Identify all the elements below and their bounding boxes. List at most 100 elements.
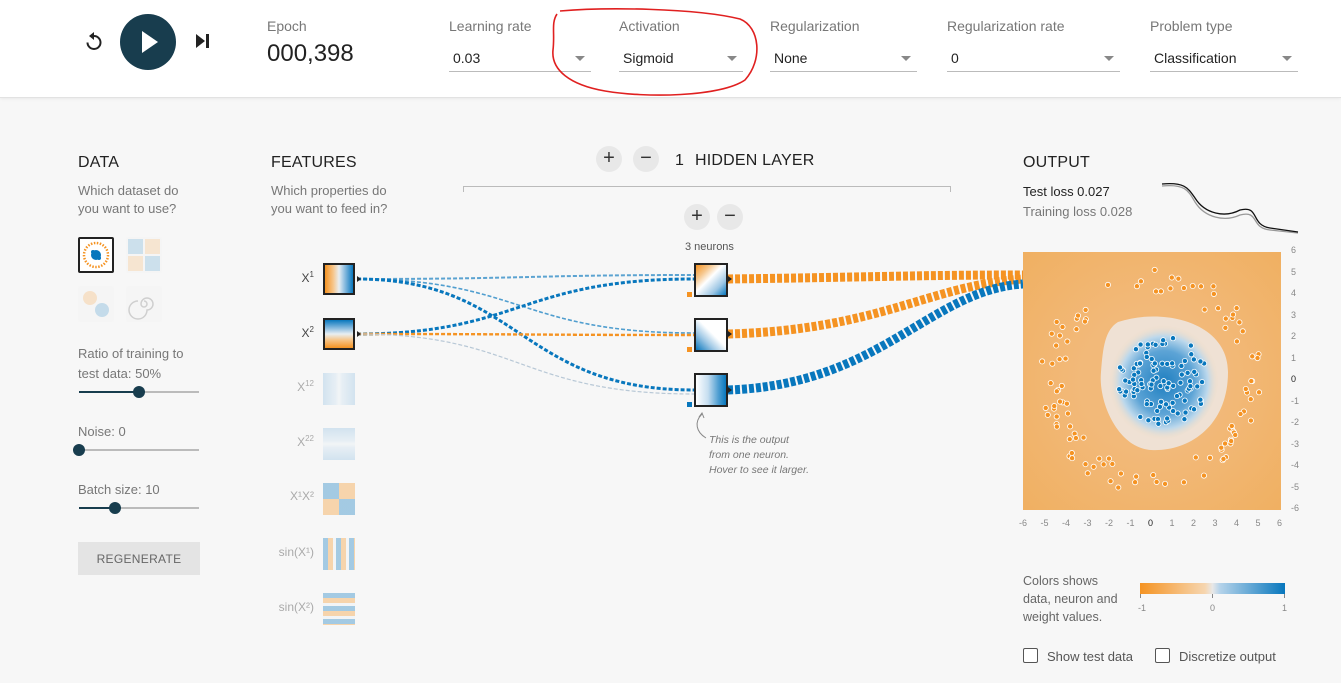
data-point xyxy=(1048,330,1055,337)
data-point xyxy=(1151,266,1158,273)
y-tick-label: 5 xyxy=(1291,266,1297,277)
data-point xyxy=(1218,444,1225,451)
bias-n1 xyxy=(687,292,692,297)
scale-min: -1 xyxy=(1138,603,1147,613)
data-point xyxy=(1156,403,1163,410)
y-tick-label: -5 xyxy=(1291,481,1300,492)
data-point xyxy=(1047,380,1054,387)
data-point xyxy=(1044,411,1051,418)
data-point xyxy=(1254,355,1261,362)
data-point xyxy=(1157,383,1164,390)
data-point xyxy=(1237,410,1244,417)
hidden-neuron-1[interactable] xyxy=(694,263,728,297)
data-point xyxy=(1069,455,1076,462)
discretize-output-checkbox[interactable] xyxy=(1155,648,1170,663)
data-point xyxy=(1053,413,1060,420)
data-point xyxy=(1247,417,1254,424)
data-point xyxy=(1137,278,1144,285)
y-tick-label: -2 xyxy=(1291,417,1300,427)
data-point xyxy=(1137,341,1144,348)
data-point xyxy=(1080,434,1087,441)
data-point xyxy=(1199,379,1206,386)
data-point xyxy=(1169,335,1176,342)
data-point xyxy=(1222,440,1229,447)
data-point xyxy=(1197,358,1204,365)
y-tick-label: 3 xyxy=(1291,309,1297,320)
output-heatmap[interactable] xyxy=(1023,252,1281,510)
data-point xyxy=(1181,357,1188,364)
data-point xyxy=(1105,455,1112,462)
data-point xyxy=(1090,463,1097,470)
data-point xyxy=(1184,369,1191,376)
data-point xyxy=(1182,409,1189,416)
data-point xyxy=(1066,436,1073,443)
data-point xyxy=(1150,367,1157,374)
hidden-neuron-3[interactable] xyxy=(694,373,728,407)
data-point xyxy=(1057,398,1064,405)
data-point xyxy=(1155,420,1162,427)
data-point xyxy=(1143,353,1150,360)
data-point xyxy=(1187,342,1194,349)
bias-n3 xyxy=(687,402,692,407)
data-point xyxy=(1081,318,1088,325)
data-point xyxy=(1063,400,1070,407)
x-tick-label: -3 xyxy=(1083,518,1092,528)
training-loss: Training loss 0.028 xyxy=(1023,204,1133,219)
x-tick-label: -4 xyxy=(1062,518,1071,528)
show-test-data-checkbox[interactable] xyxy=(1023,648,1038,663)
data-point xyxy=(1150,472,1157,479)
data-point xyxy=(1153,288,1160,295)
y-tick-label: 1 xyxy=(1291,352,1297,363)
y-tick-label: -6 xyxy=(1291,503,1300,513)
data-point xyxy=(1042,404,1049,411)
data-point xyxy=(1056,356,1063,363)
data-point xyxy=(1107,478,1114,485)
data-point xyxy=(1082,306,1089,313)
link-x2-n1 xyxy=(356,277,695,336)
x-tick-label: 3 xyxy=(1212,518,1218,528)
note-arrow xyxy=(696,413,707,439)
data-point xyxy=(1064,338,1071,345)
y-tick-label: 0 xyxy=(1291,374,1297,384)
data-point xyxy=(1062,355,1069,362)
color-scale-bar xyxy=(1140,583,1285,594)
loss-curve-chart xyxy=(1161,182,1299,234)
data-point xyxy=(1220,455,1227,462)
heatmap-svg xyxy=(1023,252,1281,510)
data-point xyxy=(1053,388,1060,395)
data-point xyxy=(1201,306,1208,313)
data-point xyxy=(1117,364,1124,371)
data-point xyxy=(1145,417,1152,424)
data-point xyxy=(1206,454,1213,461)
data-point xyxy=(1117,470,1124,477)
data-point xyxy=(1137,413,1144,420)
data-point xyxy=(1186,378,1193,385)
output-title: OUTPUT xyxy=(1023,154,1090,171)
data-point xyxy=(1123,388,1130,395)
data-point xyxy=(1170,382,1177,389)
x-tick-label: 0 xyxy=(1148,518,1154,528)
y-tick-label: 2 xyxy=(1291,331,1297,341)
data-point xyxy=(1175,275,1182,282)
hidden-neuron-2[interactable] xyxy=(694,318,728,352)
data-point xyxy=(1152,341,1159,348)
data-point xyxy=(1148,381,1155,388)
show-test-data-label: Show test data xyxy=(1047,649,1133,664)
data-point xyxy=(1249,353,1256,360)
data-point xyxy=(1188,351,1195,358)
data-point xyxy=(1236,319,1243,326)
x-tick-label: 4 xyxy=(1234,518,1240,528)
x-tick-label: -2 xyxy=(1105,518,1114,528)
data-point xyxy=(1230,311,1237,318)
data-point xyxy=(1178,371,1185,378)
colors-explain-3: weight values. xyxy=(1023,610,1103,624)
data-point xyxy=(1039,358,1046,365)
data-point xyxy=(1222,315,1229,322)
data-point xyxy=(1180,479,1187,486)
data-point xyxy=(1109,460,1116,467)
link-x2-n3 xyxy=(356,333,695,395)
data-point xyxy=(1153,478,1160,485)
colors-explain-2: data, neuron and xyxy=(1023,592,1118,606)
data-point xyxy=(1072,435,1079,442)
x-tick-label: -5 xyxy=(1040,518,1049,528)
